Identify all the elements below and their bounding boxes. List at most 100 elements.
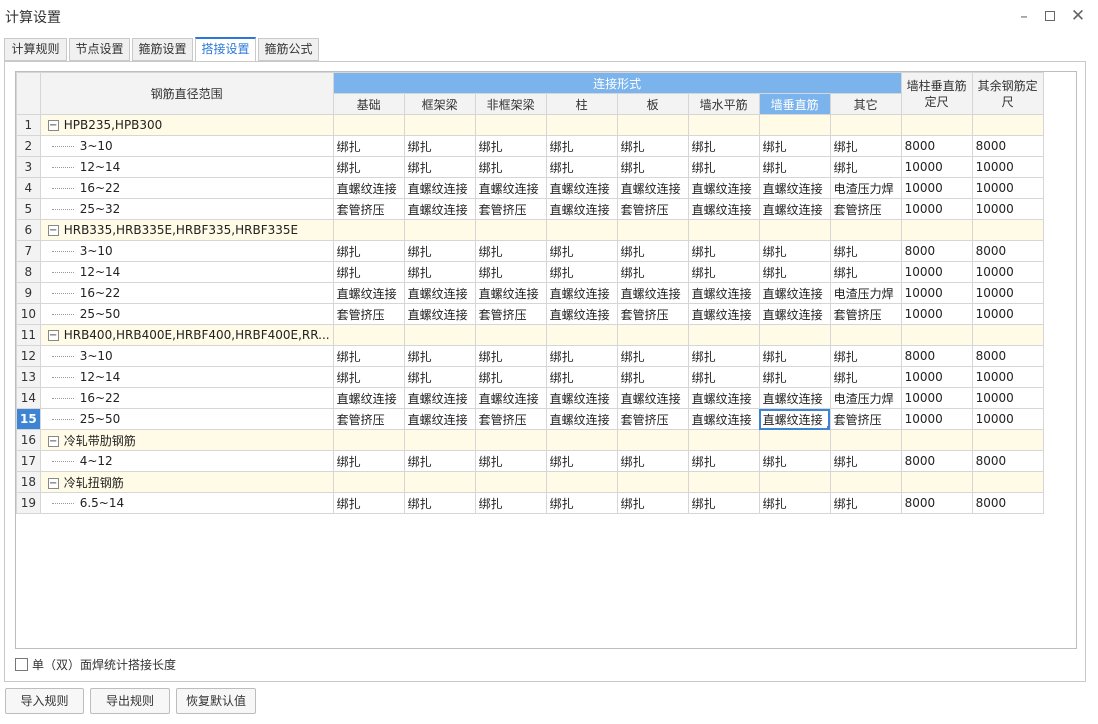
connection-type-cell[interactable]: 绑扎 [616,492,689,514]
connection-type-cell[interactable]: 绑扎 [474,492,547,514]
fixed-length-cell[interactable]: 8000 [900,450,973,472]
connection-type-cell[interactable]: 套管挤压 [332,303,405,325]
connection-type-cell[interactable]: 绑扎 [332,345,405,367]
row-number[interactable]: 1 [16,114,41,136]
connection-type-cell[interactable] [403,114,476,136]
row-number[interactable]: 6 [16,219,41,241]
connection-type-cell[interactable] [829,324,902,346]
connection-type-cell[interactable]: 绑扎 [758,135,831,157]
table-row[interactable]: 13 12~14 绑扎 绑扎 绑扎 绑扎 绑扎 绑扎 绑扎 绑扎 10000 10000 [16,366,1044,388]
connection-type-cell[interactable]: 绑扎 [758,345,831,367]
connection-type-cell[interactable] [545,114,618,136]
connection-type-cell[interactable]: 绑扎 [474,261,547,283]
connection-type-cell[interactable] [687,429,760,451]
fixed-length-cell[interactable]: 10000 [900,387,973,409]
diameter-range-cell[interactable]: 3~10 [39,135,334,157]
connection-type-cell[interactable]: 直螺纹连接 [687,282,760,304]
connection-type-cell[interactable]: 直螺纹连接 [687,198,760,220]
connection-type-cell[interactable]: 绑扎 [403,135,476,157]
row-number[interactable]: 11 [16,324,41,346]
diameter-range-cell[interactable]: 3~10 [39,345,334,367]
connection-type-cell[interactable]: 电渣压力焊 [829,282,902,304]
group-row[interactable]: 1− HPB235,HPB300 [16,114,1044,136]
connection-type-cell[interactable]: 直螺纹连接 [545,177,618,199]
connection-type-cell[interactable]: 绑扎 [332,492,405,514]
diameter-range-cell[interactable]: 16~22 [39,387,334,409]
fixed-length-cell[interactable]: 8000 [971,345,1044,367]
connection-type-cell[interactable] [616,471,689,493]
connection-type-cell[interactable] [545,429,618,451]
row-number[interactable]: 17 [16,450,41,472]
fixed-length-cell[interactable]: 10000 [971,387,1044,409]
table-row[interactable]: 17 4~12 绑扎 绑扎 绑扎 绑扎 绑扎 绑扎 绑扎 绑扎 8000 8000 [16,450,1044,472]
row-number[interactable]: 4 [16,177,41,199]
fixed-length-cell[interactable]: 8000 [900,492,973,514]
row-number[interactable]: 14 [16,387,41,409]
row-number[interactable]: 13 [16,366,41,388]
connection-type-cell[interactable]: 绑扎 [545,135,618,157]
connection-type-cell[interactable] [616,324,689,346]
weld-option[interactable]: 单（双）面焊统计搭接长度 [15,656,176,673]
collapse-icon[interactable]: − [47,120,59,131]
group-row[interactable]: 6− HRB335,HRB335E,HRBF335,HRBF335E [16,219,1044,241]
connection-type-cell[interactable] [403,324,476,346]
connection-type-cell[interactable] [545,471,618,493]
connection-type-cell[interactable]: 套管挤压 [474,303,547,325]
fixed-length-cell[interactable] [900,114,973,136]
fixed-length-cell[interactable]: 8000 [971,240,1044,262]
connection-type-cell[interactable]: 绑扎 [616,240,689,262]
connection-type-cell[interactable]: 直螺纹连接 [687,408,760,430]
fixed-length-cell[interactable]: 10000 [971,366,1044,388]
connection-type-cell[interactable]: 直螺纹连接 [403,387,476,409]
connection-type-cell[interactable]: 绑扎 [332,261,405,283]
restore-defaults-button[interactable]: 恢复默认值 [176,688,256,714]
fixed-length-cell[interactable]: 10000 [971,198,1044,220]
connection-type-cell[interactable] [758,114,831,136]
connection-type-cell[interactable]: 绑扎 [616,156,689,178]
connection-type-cell[interactable]: 直螺纹连接 [403,198,476,220]
connection-type-cell[interactable]: 绑扎 [545,492,618,514]
connection-type-cell[interactable]: 直螺纹连接 [332,387,405,409]
connection-type-cell[interactable]: 直螺纹连接 [545,408,618,430]
connection-type-cell[interactable]: 绑扎 [687,261,760,283]
tab-lap-settings[interactable]: 搭接设置 [195,37,256,62]
connection-type-cell[interactable]: 直螺纹连接 [758,198,831,220]
collapse-icon[interactable]: − [47,225,59,236]
connection-type-cell[interactable] [687,219,760,241]
connection-type-cell[interactable] [545,324,618,346]
connection-type-cell[interactable]: 直螺纹连接 [545,303,618,325]
connection-type-cell[interactable]: 绑扎 [474,240,547,262]
connection-type-cell[interactable] [332,324,405,346]
weld-checkbox[interactable] [15,658,28,671]
connection-type-cell[interactable]: 直螺纹连接 [545,282,618,304]
steel-grade-group[interactable]: − HRB335,HRB335E,HRBF335,HRBF335E [39,219,334,241]
fixed-length-cell[interactable]: 10000 [900,177,973,199]
fill-handle[interactable] [826,426,830,429]
connection-type-cell[interactable]: 电渣压力焊 [829,177,902,199]
connection-type-cell[interactable]: 绑扎 [474,366,547,388]
connection-type-cell[interactable]: 绑扎 [403,156,476,178]
minimize-button[interactable]: – [1013,5,1035,27]
table-row[interactable]: 9 16~22 直螺纹连接 直螺纹连接 直螺纹连接 直螺纹连接 直螺纹连接 直螺纹连接 直螺纹连… [16,282,1044,304]
connection-type-cell[interactable]: 直螺纹连接 [545,198,618,220]
collapse-icon[interactable]: − [47,477,59,489]
connection-type-cell[interactable]: 绑扎 [545,156,618,178]
tab-node-settings[interactable]: 节点设置 [69,38,130,61]
fixed-length-cell[interactable] [900,324,973,346]
connection-type-cell[interactable] [474,114,547,136]
table-row[interactable]: 3 12~14 绑扎 绑扎 绑扎 绑扎 绑扎 绑扎 绑扎 绑扎 10000 10000 [16,156,1044,178]
connection-type-cell[interactable] [687,471,760,493]
diameter-range-cell[interactable]: 16~22 [39,177,334,199]
connection-type-cell[interactable]: 绑扎 [332,366,405,388]
collapse-icon[interactable]: − [47,330,59,341]
connection-type-cell[interactable]: 绑扎 [758,156,831,178]
connection-type-cell[interactable]: 绑扎 [403,492,476,514]
connection-type-cell[interactable]: 绑扎 [687,366,760,388]
steel-grade-group[interactable]: − HPB235,HPB300 [39,114,334,136]
diameter-range-cell[interactable]: 3~10 [39,240,334,262]
connection-type-cell[interactable]: 绑扎 [332,240,405,262]
connection-type-cell[interactable]: 套管挤压 [829,408,902,430]
connection-type-cell[interactable] [474,471,547,493]
connection-type-cell[interactable] [758,429,831,451]
connection-type-cell[interactable]: 直螺纹连接 [332,282,405,304]
